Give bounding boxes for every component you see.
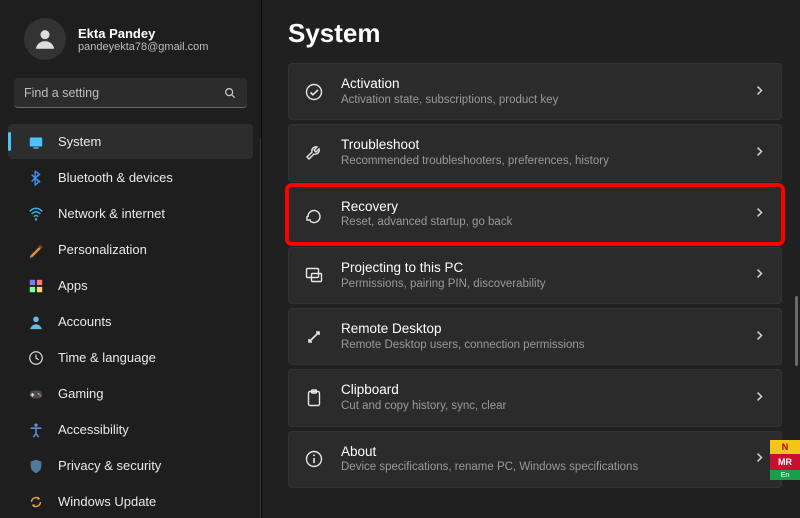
activation-icon [303,81,325,103]
search-box[interactable] [14,78,247,108]
avatar [24,18,66,60]
settings-item-troubleshoot[interactable]: TroubleshootRecommended troubleshooters,… [288,124,782,181]
sidebar-item-accessibility[interactable]: Accessibility [8,412,253,447]
settings-item-subtitle: Reset, advanced startup, go back [341,215,738,229]
settings-item-text: ActivationActivation state, subscription… [341,76,738,107]
sidebar-divider [260,138,261,518]
settings-item-text: Remote DesktopRemote Desktop users, conn… [341,321,738,352]
settings-item-title: Projecting to this PC [341,260,738,277]
search-wrap [0,78,261,118]
search-input[interactable] [24,86,223,100]
nav-list: System Bluetooth & devices Network & inter… [0,118,261,518]
settings-item-recovery[interactable]: RecoveryReset, advanced startup, go back [288,186,782,243]
badge-line-1: N [770,440,800,454]
badge-line-3: En [770,470,800,480]
remote-icon [303,326,325,348]
chevron-right-icon [754,266,765,284]
chevron-right-icon [754,450,765,468]
about-icon [303,448,325,470]
chevron-right-icon [754,328,765,346]
system-icon [28,134,44,150]
sidebar-item-label: Gaming [58,386,104,401]
settings-item-subtitle: Recommended troubleshooters, preferences… [341,154,738,168]
profile-block[interactable]: Ekta Pandey pandeyekta78@gmail.com [0,18,261,78]
settings-item-title: Remote Desktop [341,321,738,338]
settings-item-text: TroubleshootRecommended troubleshooters,… [341,137,738,168]
settings-item-text: Projecting to this PCPermissions, pairin… [341,260,738,291]
sidebar-item-network[interactable]: Network & internet [8,196,253,231]
sidebar-item-label: Windows Update [58,494,156,509]
settings-item-subtitle: Device specifications, rename PC, Window… [341,460,738,474]
person-icon [32,26,58,52]
sidebar-item-label: System [58,134,101,149]
sidebar-item-label: Network & internet [58,206,165,221]
badge-line-2: MR [770,454,800,470]
sidebar-item-label: Accessibility [58,422,129,437]
settings-list: ActivationActivation state, subscription… [288,63,790,488]
scrollbar-thumb[interactable] [795,296,798,366]
settings-item-subtitle: Activation state, subscriptions, product… [341,93,738,107]
settings-item-title: Activation [341,76,738,93]
settings-item-about[interactable]: AboutDevice specifications, rename PC, W… [288,431,782,488]
gaming-icon [28,386,44,402]
settings-item-activation[interactable]: ActivationActivation state, subscription… [288,63,782,120]
settings-item-remote[interactable]: Remote DesktopRemote Desktop users, conn… [288,308,782,365]
profile-text: Ekta Pandey pandeyekta78@gmail.com [78,26,208,53]
network-icon [28,206,44,222]
sidebar-item-label: Bluetooth & devices [58,170,173,185]
troubleshoot-icon [303,142,325,164]
sidebar-item-privacy[interactable]: Privacy & security [8,448,253,483]
sidebar-item-label: Personalization [58,242,147,257]
sidebar-item-time[interactable]: Time & language [8,340,253,375]
chevron-right-icon [754,83,765,101]
projecting-icon [303,264,325,286]
accessibility-icon [28,422,44,438]
corner-badge: N MR En [770,440,800,480]
recovery-icon [303,203,325,225]
settings-item-subtitle: Cut and copy history, sync, clear [341,399,738,413]
clipboard-icon [303,387,325,409]
personalize-icon [28,242,44,258]
main-panel: System ActivationActivation state, subsc… [262,0,800,518]
sidebar-item-label: Privacy & security [58,458,161,473]
settings-item-text: RecoveryReset, advanced startup, go back [341,199,738,230]
settings-item-title: Troubleshoot [341,137,738,154]
settings-item-title: Clipboard [341,382,738,399]
settings-item-clipboard[interactable]: ClipboardCut and copy history, sync, cle… [288,369,782,426]
update-icon [28,494,44,510]
sidebar-item-update[interactable]: Windows Update [8,484,253,518]
sidebar: Ekta Pandey pandeyekta78@gmail.com Syste… [0,0,262,518]
sidebar-item-label: Apps [58,278,88,293]
chevron-right-icon [754,144,765,162]
sidebar-item-label: Accounts [58,314,111,329]
bluetooth-icon [28,170,44,186]
page-title: System [288,18,790,49]
accounts-icon [28,314,44,330]
search-icon [223,86,237,100]
sidebar-item-system[interactable]: System [8,124,253,159]
sidebar-item-accounts[interactable]: Accounts [8,304,253,339]
profile-name: Ekta Pandey [78,26,208,41]
profile-email: pandeyekta78@gmail.com [78,41,208,53]
apps-icon [28,278,44,294]
sidebar-item-apps[interactable]: Apps [8,268,253,303]
privacy-icon [28,458,44,474]
sidebar-item-bluetooth[interactable]: Bluetooth & devices [8,160,253,195]
sidebar-item-gaming[interactable]: Gaming [8,376,253,411]
settings-item-text: ClipboardCut and copy history, sync, cle… [341,382,738,413]
sidebar-item-personalize[interactable]: Personalization [8,232,253,267]
time-icon [28,350,44,366]
settings-item-title: About [341,444,738,461]
chevron-right-icon [754,389,765,407]
sidebar-item-label: Time & language [58,350,156,365]
settings-item-text: AboutDevice specifications, rename PC, W… [341,444,738,475]
settings-item-title: Recovery [341,199,738,216]
chevron-right-icon [754,205,765,223]
settings-item-projecting[interactable]: Projecting to this PCPermissions, pairin… [288,247,782,304]
settings-item-subtitle: Permissions, pairing PIN, discoverabilit… [341,277,738,291]
settings-item-subtitle: Remote Desktop users, connection permiss… [341,338,738,352]
